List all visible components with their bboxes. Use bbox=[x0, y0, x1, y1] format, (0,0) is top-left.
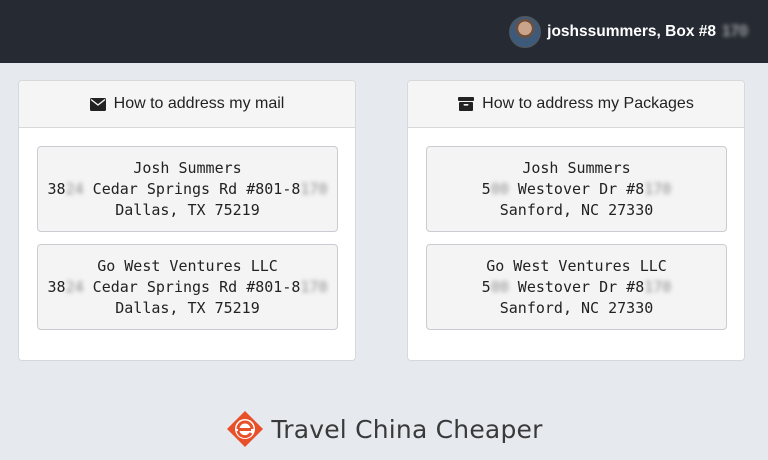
redacted-text: 00 bbox=[490, 179, 509, 198]
redacted-text: 170 bbox=[300, 277, 328, 296]
address-line-name: Go West Ventures LLC bbox=[486, 256, 667, 275]
address-line-street: 3824 Cedar Springs Rd #801-8170 bbox=[47, 277, 328, 296]
mail-address-block-company: Go West Ventures LLC 3824 Cedar Springs … bbox=[37, 244, 338, 330]
mail-card-header: How to address my mail bbox=[19, 81, 355, 128]
envelope-icon bbox=[89, 97, 106, 111]
redacted-text: 170 bbox=[644, 179, 672, 198]
packages-address-block-company: Go West Ventures LLC 500 Westover Dr #81… bbox=[426, 244, 727, 330]
user-avatar[interactable] bbox=[509, 15, 542, 48]
address-line-street: 3824 Cedar Springs Rd #801-8170 bbox=[47, 179, 328, 198]
redacted-text: 24 bbox=[65, 179, 84, 198]
packages-card-title: How to address my Packages bbox=[482, 95, 694, 112]
mail-address-block-personal: Josh Summers 3824 Cedar Springs Rd #801-… bbox=[37, 146, 338, 232]
user-account-menu[interactable]: joshssummers, Box #8 170 bbox=[509, 15, 748, 48]
brand-name: Travel China Cheaper bbox=[271, 414, 543, 444]
redacted-text: 170 bbox=[644, 277, 672, 296]
address-line-city: Sanford, NC 27330 bbox=[499, 200, 654, 219]
redacted-text: 24 bbox=[65, 277, 84, 296]
username-box-label: joshssummers, Box #8 bbox=[547, 22, 716, 40]
compass-logo-icon bbox=[227, 411, 264, 447]
address-line-city: Dallas, TX 75219 bbox=[115, 298, 260, 317]
packages-address-card: How to address my Packages Josh Summers … bbox=[407, 80, 745, 361]
packages-card-header: How to address my Packages bbox=[408, 81, 744, 128]
brand-logo: Travel China Cheaper bbox=[0, 406, 768, 452]
redacted-text: 170 bbox=[300, 179, 328, 198]
address-line-name: Go West Ventures LLC bbox=[97, 256, 278, 275]
mail-address-card: How to address my mail Josh Summers 3824… bbox=[18, 80, 356, 361]
box-number-redacted: 170 bbox=[722, 22, 748, 40]
address-line-name: Josh Summers bbox=[522, 158, 631, 177]
address-line-name: Josh Summers bbox=[133, 158, 242, 177]
address-line-city: Dallas, TX 75219 bbox=[115, 200, 260, 219]
address-line-city: Sanford, NC 27330 bbox=[499, 298, 654, 317]
top-navigation-bar: joshssummers, Box #8 170 bbox=[0, 0, 768, 63]
archive-box-icon bbox=[458, 97, 475, 111]
address-line-street: 500 Westover Dr #8170 bbox=[481, 179, 672, 198]
packages-address-block-personal: Josh Summers 500 Westover Dr #8170 Sanfo… bbox=[426, 146, 727, 232]
mail-card-title: How to address my mail bbox=[113, 95, 285, 112]
address-line-street: 500 Westover Dr #8170 bbox=[481, 277, 672, 296]
redacted-text: 00 bbox=[490, 277, 509, 296]
